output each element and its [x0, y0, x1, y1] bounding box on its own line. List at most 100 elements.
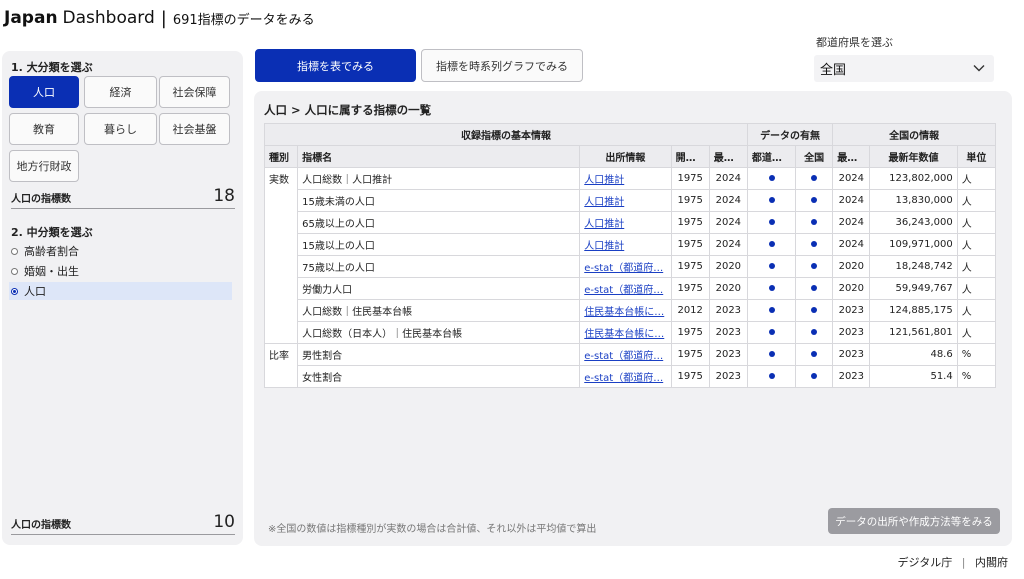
view-source-details-button[interactable]: データの出所や作成方法等をみる: [828, 508, 1000, 534]
source-link[interactable]: 住民基本台帳に…: [584, 329, 664, 340]
dot-icon: [768, 197, 775, 203]
app-title: Japan Dashboard | 691指標のデータをみる: [4, 6, 315, 30]
national-availability-cell: [795, 321, 834, 344]
start-year-cell: 1975: [670, 255, 710, 278]
indicator-count-label: 人口の指標数: [11, 194, 71, 205]
brand-suffix: Dashboard: [62, 8, 155, 28]
indicator-table-container: 収録指標の基本情報 データの有無 全国の情報 種別 指標名 出所情報 開始年 最…: [263, 123, 997, 388]
national-latest-year-cell: 2023: [832, 321, 871, 344]
source-link[interactable]: e-stat（都道府…: [584, 373, 663, 384]
national-latest-value-cell: 121,561,801: [869, 321, 958, 344]
prefecture-select[interactable]: 全国: [814, 55, 994, 82]
national-availability-cell: [795, 233, 834, 256]
national-availability-cell: [795, 167, 834, 190]
table-row: 実数 人口総数｜人口推計 人口推計 1975 2024 2024 123,802,000 人: [263, 167, 997, 190]
subcategory-radio-elderly-ratio[interactable]: 高齢者割合: [9, 242, 232, 260]
breadcrumb: 人口 > 人口に属する指標の一覧: [264, 103, 432, 117]
dot-icon: [768, 329, 775, 335]
prefecture-select-label: 都道府県を選ぶ: [816, 36, 893, 49]
dot-icon: [811, 175, 818, 181]
national-latest-value-cell: 59,949,767: [869, 277, 958, 300]
latest-year-cell: 2023: [708, 343, 748, 366]
category-button-infrastructure[interactable]: 社会基盤: [159, 113, 230, 145]
national-latest-year-cell: 2024: [832, 233, 871, 256]
indicator-name-cell: 15歳未満の人口: [297, 189, 581, 212]
dot-icon: [811, 307, 818, 313]
section-sub-category-label: 2. 中分類を選ぶ: [11, 226, 93, 239]
source-link[interactable]: 人口推計: [584, 241, 624, 252]
view-graph-button[interactable]: 指標を時系列グラフでみる: [421, 49, 583, 82]
indicator-kind-cell: [263, 277, 299, 300]
column-header-name: 指標名: [297, 145, 581, 168]
dot-icon: [768, 307, 775, 313]
category-button-social-security[interactable]: 社会保障: [159, 76, 230, 108]
indicator-name-cell: 65歳以上の人口: [297, 211, 581, 234]
dot-icon: [811, 351, 818, 357]
title-separator: |: [160, 7, 167, 29]
source-link[interactable]: 人口推計: [584, 219, 624, 230]
latest-year-cell: 2024: [708, 167, 748, 190]
column-header-start-year: 開始年: [670, 145, 710, 168]
category-button-living[interactable]: 暮らし: [84, 113, 157, 145]
column-header-unit: 単位: [956, 145, 997, 168]
table-row: 15歳未満の人口 人口推計 1975 2024 2024 13,830,000 人: [263, 189, 997, 212]
subcategory-radio-population[interactable]: 人口: [9, 282, 232, 300]
national-latest-value-cell: 13,830,000: [869, 189, 958, 212]
subcategory-radio-marriage-birth[interactable]: 婚姻・出生: [9, 262, 232, 280]
start-year-cell: 1975: [670, 343, 710, 366]
source-link[interactable]: 人口推計: [584, 175, 624, 186]
indicator-count-value: 18: [213, 186, 235, 206]
source-cell: e-stat（都道府…: [579, 255, 672, 278]
source-cell: e-stat（都道府…: [579, 365, 672, 388]
unit-cell: 人: [956, 255, 997, 278]
source-link[interactable]: e-stat（都道府…: [584, 263, 663, 274]
source-link[interactable]: e-stat（都道府…: [584, 351, 663, 362]
column-header-kind: 種別: [263, 145, 299, 168]
table-row: 65歳以上の人口 人口推計 1975 2024 2024 36,243,000 人: [263, 211, 997, 234]
indicator-table: 収録指標の基本情報 データの有無 全国の情報 種別 指標名 出所情報 開始年 最…: [263, 123, 997, 388]
national-latest-year-cell: 2024: [832, 189, 871, 212]
chevron-down-icon: [973, 65, 985, 72]
category-button-population[interactable]: 人口: [9, 76, 79, 108]
column-header-latest-year: 最新年: [708, 145, 748, 168]
indicator-table-body: 実数 人口総数｜人口推計 人口推計 1975 2024 2024 123,802,000 人 1…: [263, 167, 997, 388]
unit-cell: 人: [956, 277, 997, 300]
table-row: 人口総数｜住民基本台帳 住民基本台帳に… 2012 2023 2023 124,885,1…: [263, 299, 997, 322]
indicator-name-cell: 人口総数｜住民基本台帳: [297, 299, 581, 322]
category-button-economy[interactable]: 経済: [84, 76, 157, 108]
dot-icon: [811, 285, 818, 291]
footnote: ※全国の数値は指標種別が実数の場合は合計値、それ以外は平均値で算出: [268, 524, 597, 535]
national-latest-value-cell: 18,248,742: [869, 255, 958, 278]
national-availability-cell: [795, 255, 834, 278]
column-header-prefecture: 都道府県: [746, 145, 797, 168]
source-cell: 住民基本台帳に…: [579, 321, 672, 344]
column-header-national-latest-year: 最新年: [832, 145, 871, 168]
category-button-local-finance[interactable]: 地方行財政: [9, 150, 79, 182]
latest-year-cell: 2023: [708, 365, 748, 388]
unit-cell: 人: [956, 321, 997, 344]
start-year-cell: 2012: [670, 299, 710, 322]
prefecture-availability-cell: [746, 343, 797, 366]
footer-digital-agency: デジタル庁: [897, 556, 953, 569]
national-availability-cell: [795, 299, 834, 322]
table-row: 75歳以上の人口 e-stat（都道府… 1975 2020 2020 18,248,74…: [263, 255, 997, 278]
national-availability-cell: [795, 189, 834, 212]
source-link[interactable]: 人口推計: [584, 197, 624, 208]
national-latest-value-cell: 48.6: [869, 343, 958, 366]
dot-icon: [768, 285, 775, 291]
source-link[interactable]: e-stat（都道府…: [584, 285, 663, 296]
indicator-name-cell: 人口総数（日本人）｜住民基本台帳: [297, 321, 581, 344]
source-link[interactable]: 住民基本台帳に…: [584, 307, 664, 318]
indicator-name-cell: 15歳以上の人口: [297, 233, 581, 256]
view-table-button[interactable]: 指標を表でみる: [255, 49, 416, 82]
latest-year-cell: 2020: [708, 255, 748, 278]
indicator-name-cell: 女性割合: [297, 365, 581, 388]
group-header-availability: データの有無: [746, 123, 834, 146]
table-row: 労働力人口 e-stat（都道府… 1975 2020 2020 59,949,767 人: [263, 277, 997, 300]
category-button-education[interactable]: 教育: [9, 113, 79, 145]
unit-cell: 人: [956, 211, 997, 234]
dot-icon: [811, 373, 818, 379]
start-year-cell: 1975: [670, 189, 710, 212]
start-year-cell: 1975: [670, 277, 710, 300]
national-latest-value-cell: 123,802,000: [869, 167, 958, 190]
